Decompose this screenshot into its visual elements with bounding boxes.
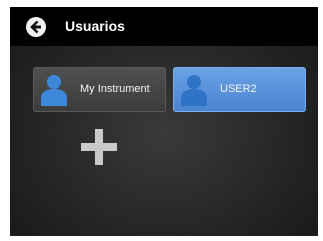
user-tile-my-instrument[interactable]: My Instrument	[33, 67, 166, 112]
plus-icon-vertical	[95, 129, 103, 165]
users-screen: Usuarios My Instrument USER2	[10, 7, 318, 236]
app-window: Usuarios My Instrument USER2	[0, 0, 323, 241]
add-user-button[interactable]	[81, 129, 117, 165]
user-avatar-icon	[41, 75, 67, 106]
page-title: Usuarios	[65, 18, 125, 34]
user-avatar-icon	[181, 75, 207, 106]
back-arrow-icon	[30, 20, 41, 34]
user-tile-label: My Instrument	[80, 83, 150, 95]
user-tile-user2[interactable]: USER2	[173, 67, 306, 112]
back-button[interactable]	[26, 17, 46, 37]
user-tile-label: USER2	[220, 83, 257, 95]
title-bar: Usuarios	[10, 7, 318, 46]
